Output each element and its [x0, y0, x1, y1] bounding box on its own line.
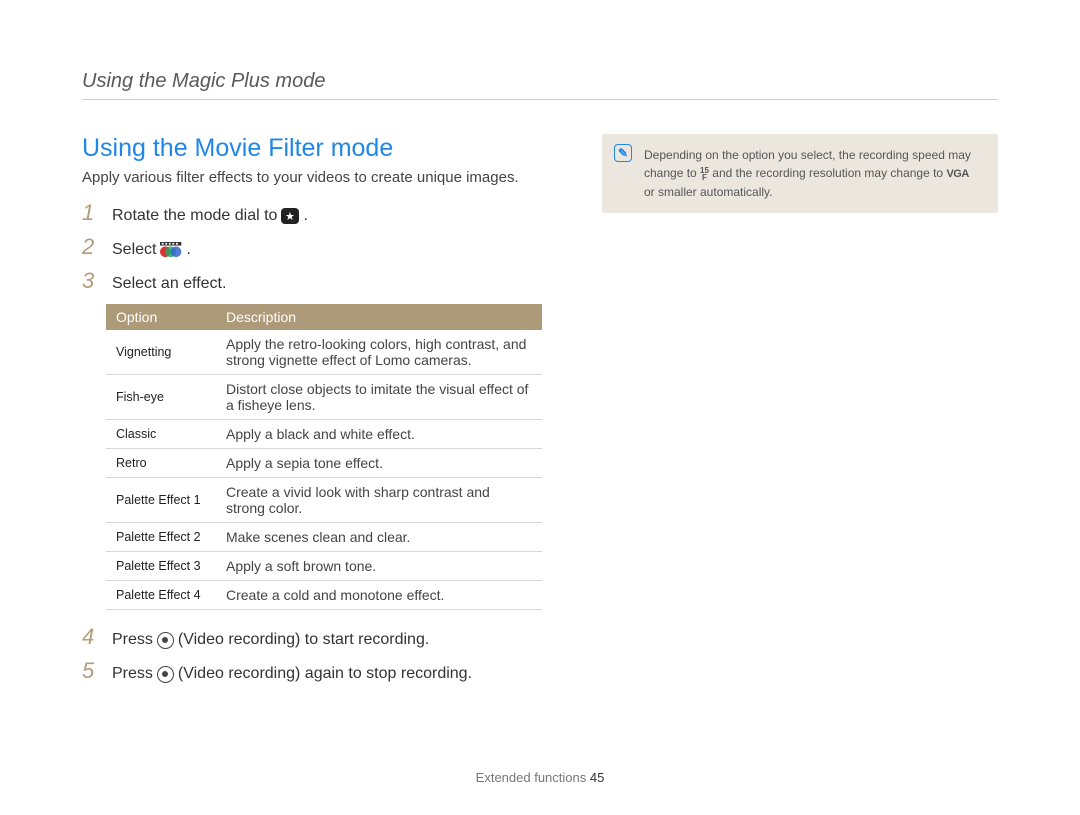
note-box: ✎ Depending on the option you select, th… — [602, 134, 998, 213]
table-row: Palette Effect 2 Make scenes clean and c… — [106, 523, 542, 552]
note-text-3: or smaller automatically. — [644, 185, 772, 199]
page-number: 45 — [590, 770, 604, 785]
option-name: Classic — [106, 420, 216, 449]
table-row: Vignetting Apply the retro-looking color… — [106, 330, 542, 375]
option-name: Palette Effect 3 — [106, 552, 216, 581]
left-column: Using the Movie Filter mode Apply variou… — [82, 134, 542, 692]
option-desc: Make scenes clean and clear. — [216, 523, 542, 552]
table-row: Palette Effect 4 Create a cold and monot… — [106, 581, 542, 610]
fps-icon: 15F — [700, 167, 709, 181]
effects-table: Option Description Vignetting Apply the … — [106, 304, 542, 610]
step-2: 2 Select — [82, 234, 542, 262]
step-5: 5 Press (Video recording) again to stop … — [82, 658, 542, 686]
note-icon: ✎ — [614, 144, 632, 162]
table-header-option: Option — [106, 304, 216, 330]
page-header: Using the Magic Plus mode — [82, 70, 998, 100]
option-name: Palette Effect 2 — [106, 523, 216, 552]
step-number: 1 — [82, 200, 98, 226]
step-text-mid: (Video recording) to start recording. — [178, 628, 429, 652]
mode-dial-icon — [281, 208, 299, 224]
right-column: ✎ Depending on the option you select, th… — [602, 134, 998, 692]
step-number: 5 — [82, 658, 98, 684]
movie-filter-icon — [160, 242, 182, 258]
step-number: 2 — [82, 234, 98, 260]
step-text-pre: Press — [112, 662, 153, 686]
vga-label: VGA — [946, 168, 968, 180]
option-desc: Distort close objects to imitate the vis… — [216, 375, 542, 420]
footer-label: Extended functions — [476, 770, 590, 785]
option-desc: Apply a sepia tone effect. — [216, 449, 542, 478]
option-name: Palette Effect 4 — [106, 581, 216, 610]
option-name: Fish-eye — [106, 375, 216, 420]
step-text: Select — [112, 234, 191, 262]
option-name: Retro — [106, 449, 216, 478]
step-text-post: . — [303, 204, 307, 228]
option-desc: Apply a black and white effect. — [216, 420, 542, 449]
step-text: Press (Video recording) again to stop re… — [112, 658, 472, 686]
table-row: Retro Apply a sepia tone effect. — [106, 449, 542, 478]
step-1: 1 Rotate the mode dial to . — [82, 200, 542, 228]
record-button-icon — [157, 632, 174, 649]
step-3: 3 Select an effect. — [82, 268, 542, 296]
step-text-post: . — [186, 238, 190, 262]
option-name: Vignetting — [106, 330, 216, 375]
option-desc: Apply the retro-looking colors, high con… — [216, 330, 542, 375]
step-number: 4 — [82, 624, 98, 650]
step-text: Rotate the mode dial to . — [112, 200, 308, 228]
option-name: Palette Effect 1 — [106, 478, 216, 523]
note-text-2: and the recording resolution may change … — [712, 166, 946, 180]
step-text: Press (Video recording) to start recordi… — [112, 624, 429, 652]
table-row: Classic Apply a black and white effect. — [106, 420, 542, 449]
table-row: Palette Effect 1 Create a vivid look wit… — [106, 478, 542, 523]
step-text-pre: Press — [112, 628, 153, 652]
content-columns: Using the Movie Filter mode Apply variou… — [82, 134, 998, 692]
option-desc: Apply a soft brown tone. — [216, 552, 542, 581]
steps-list: 1 Rotate the mode dial to . 2 Select — [82, 200, 542, 296]
step-text-mid: (Video recording) again to stop recordin… — [178, 662, 472, 686]
step-number: 3 — [82, 268, 98, 294]
step-4: 4 Press (Video recording) to start recor… — [82, 624, 542, 652]
table-row: Palette Effect 3 Apply a soft brown tone… — [106, 552, 542, 581]
record-button-icon — [157, 666, 174, 683]
steps-list-continued: 4 Press (Video recording) to start recor… — [82, 624, 542, 686]
step-text: Select an effect. — [112, 268, 226, 296]
section-title: Using the Movie Filter mode — [82, 134, 542, 163]
step-text-pre: Rotate the mode dial to — [112, 204, 277, 228]
page-footer: Extended functions 45 — [0, 770, 1080, 785]
step-text-pre: Select — [112, 238, 156, 262]
option-desc: Create a cold and monotone effect. — [216, 581, 542, 610]
table-header-description: Description — [216, 304, 542, 330]
section-intro: Apply various filter effects to your vid… — [82, 169, 542, 186]
option-desc: Create a vivid look with sharp contrast … — [216, 478, 542, 523]
table-row: Fish-eye Distort close objects to imitat… — [106, 375, 542, 420]
